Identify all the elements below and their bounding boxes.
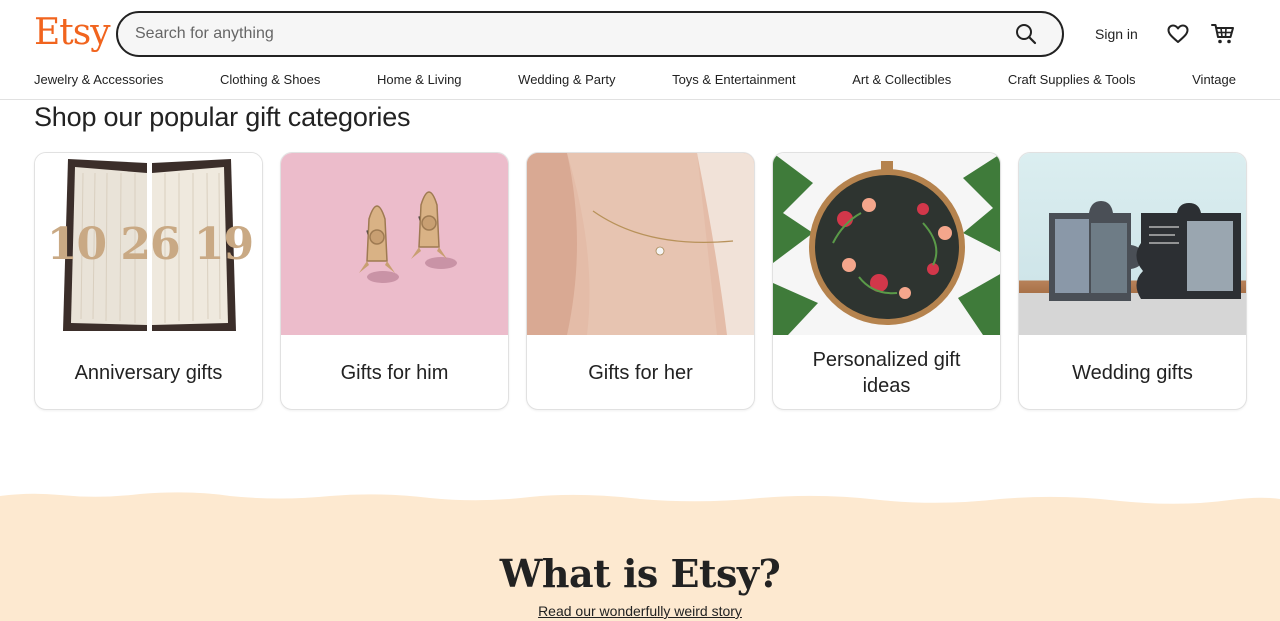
heart-icon — [1167, 24, 1189, 43]
etsy-logo[interactable]: Etsy — [34, 12, 111, 53]
nav-item-wedding[interactable]: Wedding & Party — [518, 72, 615, 87]
nav-item-clothing[interactable]: Clothing & Shoes — [220, 72, 320, 87]
sign-in-link[interactable]: Sign in — [1095, 26, 1138, 42]
card-label: Anniversary gifts — [74, 361, 223, 384]
nav-item-toys[interactable]: Toys & Entertainment — [672, 72, 796, 87]
read-story-link[interactable]: Read our wonderfully weird story — [0, 603, 1280, 619]
search-bar — [116, 11, 1064, 57]
card-label: Gifts for her — [588, 361, 693, 384]
favorites-button[interactable] — [1166, 22, 1190, 46]
what-is-etsy-heading: What is Etsy? — [499, 551, 781, 596]
nav-item-craft[interactable]: Craft Supplies & Tools — [1008, 72, 1136, 87]
puzzle-photo-image — [1019, 153, 1246, 335]
embroidery-hoop-image — [773, 153, 1000, 335]
anklet-image — [527, 153, 754, 335]
site-header: Etsy Sign in Jewelry & Accessories Cloth… — [0, 0, 1280, 100]
cart-button[interactable] — [1210, 21, 1236, 47]
anniversary-image: 10 26 19 — [35, 153, 262, 335]
gift-card-him[interactable]: Gifts for him — [280, 152, 509, 410]
cufflinks-image — [281, 153, 508, 335]
gift-categories: 10 26 19 Anniversary gifts Gifts for him — [34, 152, 1247, 410]
category-nav: Jewelry & Accessories Clothing & Shoes H… — [34, 72, 1236, 87]
gift-section-title: Shop our popular gift categories — [34, 102, 411, 132]
nav-item-home[interactable]: Home & Living — [377, 72, 462, 87]
search-icon — [1016, 24, 1037, 45]
search-button[interactable] — [1004, 14, 1048, 54]
nav-item-vintage[interactable]: Vintage — [1192, 72, 1236, 87]
gift-card-personalized[interactable]: Personalized gift ideas — [772, 152, 1001, 410]
search-input[interactable] — [118, 13, 1004, 55]
gift-card-anniversary[interactable]: 10 26 19 Anniversary gifts — [34, 152, 263, 410]
card-label: Wedding gifts — [1072, 361, 1193, 384]
card-label: Personalized gift ideas — [812, 348, 961, 397]
cart-icon — [1211, 24, 1234, 44]
card-label: Gifts for him — [340, 361, 449, 384]
gift-card-her[interactable]: Gifts for her — [526, 152, 755, 410]
nav-item-jewelry[interactable]: Jewelry & Accessories — [34, 72, 163, 87]
gift-card-wedding[interactable]: Wedding gifts — [1018, 152, 1247, 410]
anniversary-image-text: 10 26 19 — [47, 219, 253, 270]
nav-item-art[interactable]: Art & Collectibles — [852, 72, 951, 87]
